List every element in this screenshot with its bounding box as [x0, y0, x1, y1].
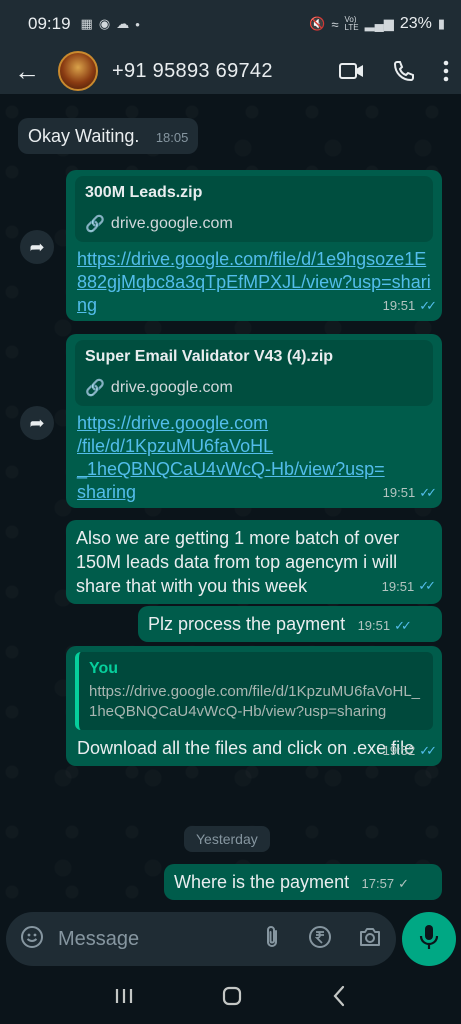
- recent-apps-icon[interactable]: [114, 987, 134, 1010]
- gallery-notification-icon: ▦: [80, 16, 93, 31]
- message-notification-icon: ◉: [98, 16, 111, 31]
- more-options-icon[interactable]: [443, 60, 449, 82]
- message-composer: [6, 912, 396, 966]
- message-bubble-outgoing[interactable]: Where is the payment 17:57 ✓: [164, 864, 442, 900]
- link-preview-domain: drive.google.com: [110, 215, 233, 232]
- message-bubble-outgoing[interactable]: 300M Leads.zip 🔗 drive.google.com https:/…: [66, 170, 442, 321]
- read-receipt-icon: ✓✓: [418, 578, 436, 593]
- message-bubble-outgoing[interactable]: You https://drive.google.com/file/d/1Kpz…: [66, 646, 442, 766]
- quoted-sender: You: [89, 660, 119, 677]
- link-line: /file/d/1KpzuMU6faVoHL: [77, 436, 274, 456]
- cloud-notification-icon: ☁: [116, 16, 130, 31]
- battery-icon: ▮: [437, 16, 445, 31]
- video-call-icon[interactable]: [339, 61, 365, 81]
- nav-back-icon[interactable]: [331, 985, 347, 1012]
- mute-icon: 🔇: [309, 16, 326, 31]
- sent-tick-icon: ✓: [398, 875, 409, 891]
- message-time: 19:51: [382, 298, 416, 313]
- message-text: Download all the files and click on .exe…: [77, 738, 415, 758]
- message-text: Okay Waiting.: [28, 126, 140, 146]
- message-time: 19:52: [382, 743, 416, 758]
- signal-icon: ▂▄▆: [364, 16, 394, 31]
- link-preview[interactable]: 300M Leads.zip 🔗 drive.google.com: [75, 176, 433, 242]
- payment-rupee-icon[interactable]: [308, 925, 332, 954]
- link-preview[interactable]: Super Email Validator V43 (4).zip 🔗 drive…: [75, 340, 433, 406]
- read-receipt-icon: ✓✓: [419, 484, 437, 500]
- message-bubble-incoming[interactable]: Okay Waiting. 18:05: [18, 118, 199, 154]
- attach-icon[interactable]: [264, 925, 282, 954]
- volte-icon: Vo) LTE: [344, 15, 359, 32]
- link-icon: 🔗: [85, 380, 105, 397]
- forward-icon[interactable]: ➦: [20, 406, 54, 440]
- chat-area[interactable]: Okay Waiting. 18:05 ➦ 300M Leads.zip 🔗 dr…: [0, 94, 461, 910]
- read-receipt-icon: ✓✓: [419, 297, 437, 313]
- link-line: _1heQBNQCaU4vWcQ-Hb/view?usp=: [77, 459, 385, 479]
- message-text: Also we are getting 1 more batch of over…: [76, 528, 400, 596]
- quoted-message[interactable]: You https://drive.google.com/file/d/1Kpz…: [75, 652, 433, 730]
- message-time: 18:05: [155, 130, 189, 145]
- home-icon[interactable]: [221, 985, 243, 1012]
- contact-name[interactable]: +91 95893 69742: [112, 60, 273, 83]
- contact-avatar[interactable]: [58, 51, 98, 91]
- message-input[interactable]: [58, 927, 228, 951]
- quoted-text: https://drive.google.com/file/d/1KpzuMU6…: [89, 683, 421, 720]
- microphone-icon: [419, 924, 439, 955]
- link-line: https://drive.google.com: [77, 413, 269, 433]
- link-preview-title: Super Email Validator V43 (4).zip: [85, 348, 334, 365]
- camera-icon[interactable]: [358, 926, 382, 953]
- battery-percent: 23%: [399, 15, 432, 32]
- link-preview-title: 300M Leads.zip: [85, 184, 203, 201]
- link-icon: 🔗: [85, 216, 105, 233]
- dot-notification-icon: •: [135, 16, 140, 32]
- back-arrow-icon[interactable]: ←: [14, 56, 44, 87]
- date-separator: Yesterday: [184, 826, 270, 852]
- forward-icon[interactable]: ➦: [20, 230, 54, 264]
- voice-call-icon[interactable]: [393, 60, 415, 82]
- message-text: Plz process the payment: [148, 614, 346, 634]
- message-time: 19:51: [381, 578, 415, 594]
- message-bubble-outgoing[interactable]: Super Email Validator V43 (4).zip 🔗 drive…: [66, 334, 442, 508]
- message-bubble-outgoing[interactable]: Also we are getting 1 more batch of over…: [66, 520, 442, 604]
- status-bar: 09:19 ▦ ◉ ☁ • 🔇 ≈ Vo) LTE ▂▄▆ 23% ▮: [0, 0, 461, 48]
- read-receipt-icon: ✓✓: [419, 742, 437, 758]
- message-bubble-outgoing[interactable]: Plz process the payment 19:51 ✓✓: [138, 606, 442, 642]
- voice-record-button[interactable]: [402, 912, 456, 966]
- emoji-sticker-icon[interactable]: [20, 925, 44, 954]
- status-time: 09:19: [28, 14, 71, 33]
- wifi-icon: ≈: [331, 16, 339, 32]
- message-time: 19:51: [357, 618, 391, 633]
- link-preview-domain: drive.google.com: [110, 379, 233, 396]
- read-receipt-icon: ✓✓: [394, 617, 412, 633]
- system-nav-bar: [0, 972, 461, 1024]
- message-time: 19:51: [382, 485, 416, 500]
- message-text: Where is the payment: [174, 872, 350, 892]
- chat-header: ← +91 95893 69742: [0, 48, 461, 94]
- message-time: 17:57: [361, 876, 395, 891]
